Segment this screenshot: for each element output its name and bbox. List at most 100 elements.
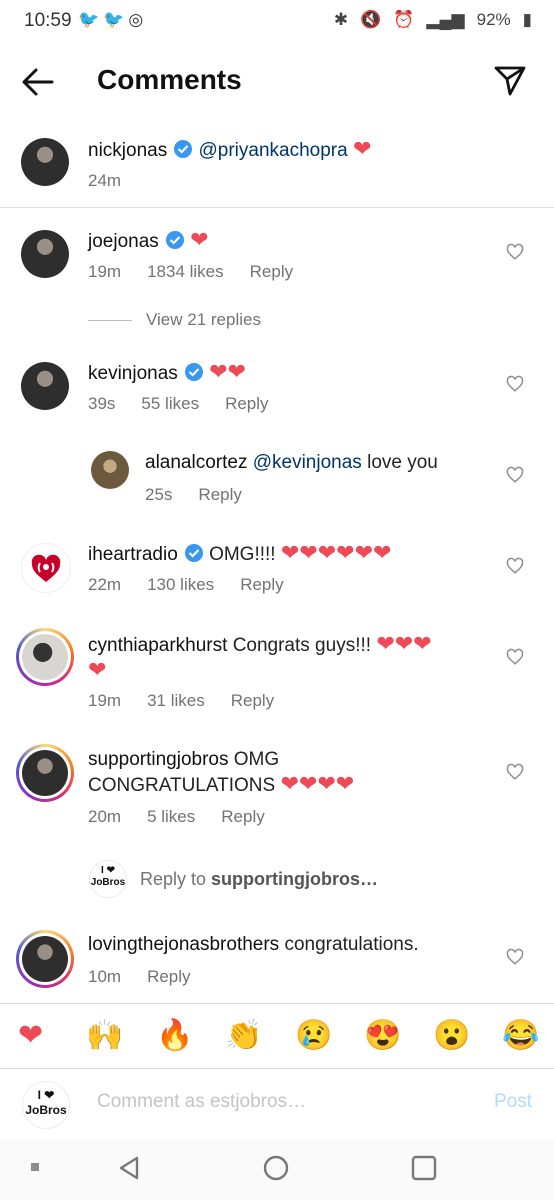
username[interactable]: cynthiaparkhurst (88, 635, 227, 656)
like-heart-icon[interactable] (506, 375, 524, 393)
logo-bottom: JoBros (25, 1103, 67, 1117)
username[interactable]: joejonas (88, 231, 159, 252)
emoji-fire-button[interactable]: 🔥 (156, 1018, 193, 1053)
home-nav-icon[interactable] (262, 1154, 290, 1182)
replies-line (88, 319, 132, 321)
comment-body: love you (361, 452, 438, 473)
comment-text: supportingjobros OMG CONGRATULATIONS ❤❤❤… (88, 748, 354, 798)
reply-to-indicator[interactable]: Reply to supportingjobros… (140, 869, 378, 890)
reply-button[interactable]: Reply (231, 691, 274, 711)
emoji-clap-button[interactable]: 👏 (225, 1018, 262, 1053)
avatar[interactable] (21, 138, 69, 186)
comment-text: joejonas ❤ (88, 228, 209, 254)
divider (0, 207, 554, 208)
emoji-heart-button[interactable]: ❤ (18, 1018, 43, 1053)
view-replies[interactable]: View 21 replies (88, 310, 261, 330)
story-ring[interactable] (16, 930, 74, 988)
reply-button[interactable]: Reply (225, 394, 268, 414)
avatar[interactable] (22, 634, 68, 680)
battery-icon: ▮ (522, 10, 532, 29)
avatar[interactable] (91, 451, 129, 489)
logo-top: I ❤ (101, 865, 115, 876)
send-icon[interactable] (492, 62, 528, 98)
emoji-heart-eyes-button[interactable]: 😍 (364, 1018, 401, 1053)
avatar[interactable] (22, 936, 68, 982)
notification-icons: 🐦🐦◎ (78, 10, 147, 30)
view-replies-label[interactable]: View 21 replies (146, 310, 261, 330)
likes-count[interactable]: 5 likes (147, 807, 195, 827)
emoji-crying-button[interactable]: 😢 (295, 1018, 332, 1053)
likes-count[interactable]: 1834 likes (147, 262, 224, 282)
heart-emoji: ❤❤❤❤❤❤ (280, 540, 392, 565)
reply-button[interactable]: Reply (221, 807, 264, 827)
reply-button[interactable]: Reply (250, 262, 293, 282)
post-button[interactable]: Post (494, 1091, 532, 1113)
recent-dot-icon[interactable] (30, 1162, 40, 1172)
back-nav-icon[interactable] (115, 1154, 143, 1182)
verified-badge-icon (174, 140, 193, 158)
logo-top: I ❤ (37, 1088, 55, 1102)
comment-meta: 22m 130 likes Reply (88, 575, 284, 595)
instagram-icon: ◎ (128, 10, 148, 29)
back-arrow-icon[interactable] (20, 64, 56, 100)
avatar[interactable] (21, 230, 69, 278)
heart-emoji: ❤❤❤ (376, 631, 432, 656)
username[interactable]: supportingjobros (88, 749, 228, 770)
comment-meta: 25s Reply (145, 485, 242, 505)
heart-emoji: ❤ (352, 136, 372, 161)
comment-body: OMG!!!! (209, 544, 276, 565)
comment-meta: 19m 31 likes Reply (88, 691, 274, 711)
verified-badge-icon (165, 231, 184, 249)
comment-body: congratulations. (284, 934, 419, 955)
avatar[interactable] (21, 543, 71, 593)
logo-bottom: JoBros (90, 877, 126, 888)
like-heart-icon[interactable] (506, 763, 524, 781)
reply-to-prefix: Reply to (140, 869, 212, 889)
username[interactable]: kevinjonas (88, 363, 178, 384)
story-ring[interactable] (16, 744, 74, 802)
emoji-laughing-button[interactable]: 😂 (502, 1018, 539, 1053)
username[interactable]: alanalcortez (145, 452, 247, 473)
avatar[interactable] (22, 750, 68, 796)
status-right: ✱ 🔇 ⏰ ▂▄▆ 92% ▮ (334, 10, 532, 30)
bluetooth-icon: ✱ (333, 10, 349, 29)
timestamp: 20m (88, 807, 122, 826)
like-heart-icon[interactable] (506, 466, 524, 484)
signal-icon: ▂▄▆ (426, 10, 465, 29)
mention[interactable]: @priyankachopra (199, 140, 348, 161)
username[interactable]: nickjonas (88, 140, 167, 161)
likes-count[interactable]: 55 likes (141, 394, 199, 414)
twitter-icon: 🐦 (103, 10, 129, 29)
username[interactable]: lovingthejonasbrothers (88, 934, 279, 955)
reply-button[interactable]: Reply (240, 575, 283, 595)
emoji-raised-hands-button[interactable]: 🙌 (86, 1018, 123, 1053)
comment-input[interactable]: Comment as estjobros… (97, 1091, 306, 1113)
comment-body: Congrats guys!!! (232, 635, 372, 656)
reply-button[interactable]: Reply (198, 485, 241, 505)
like-heart-icon[interactable] (506, 648, 524, 666)
comment-body: OMG (233, 749, 280, 770)
like-heart-icon[interactable] (506, 948, 524, 966)
reply-button[interactable]: Reply (147, 967, 190, 987)
story-ring[interactable] (16, 628, 74, 686)
comment-meta: 20m 5 likes Reply (88, 807, 265, 827)
comment-text: kevinjonas ❤❤ (88, 360, 246, 386)
battery-percent: 92% (476, 10, 511, 29)
emoji-surprised-button[interactable]: 😮 (433, 1018, 470, 1053)
quick-emoji-bar: ❤ 🙌 🔥 👏 😢 😍 😮 😂 (0, 1003, 554, 1068)
username[interactable]: iheartradio (88, 544, 178, 565)
likes-count[interactable]: 31 likes (147, 691, 205, 711)
like-heart-icon[interactable] (506, 557, 524, 575)
like-heart-icon[interactable] (506, 243, 524, 261)
recents-nav-icon[interactable] (410, 1154, 438, 1182)
timestamp: 22m (88, 575, 122, 594)
avatar[interactable] (21, 362, 69, 410)
jobros-logo: I ❤ JoBros (89, 860, 127, 898)
comment-meta: 19m 1834 likes Reply (88, 262, 293, 282)
system-nav-bar (0, 1140, 554, 1200)
mention[interactable]: @kevinjonas (253, 452, 362, 473)
comment-composer: I ❤ JoBros Comment as estjobros… Post (0, 1068, 554, 1141)
comment-text: iheartradio OMG!!!! ❤❤❤❤❤❤ (88, 541, 391, 567)
likes-count[interactable]: 130 likes (147, 575, 214, 595)
status-time: 10:59 (24, 10, 72, 31)
